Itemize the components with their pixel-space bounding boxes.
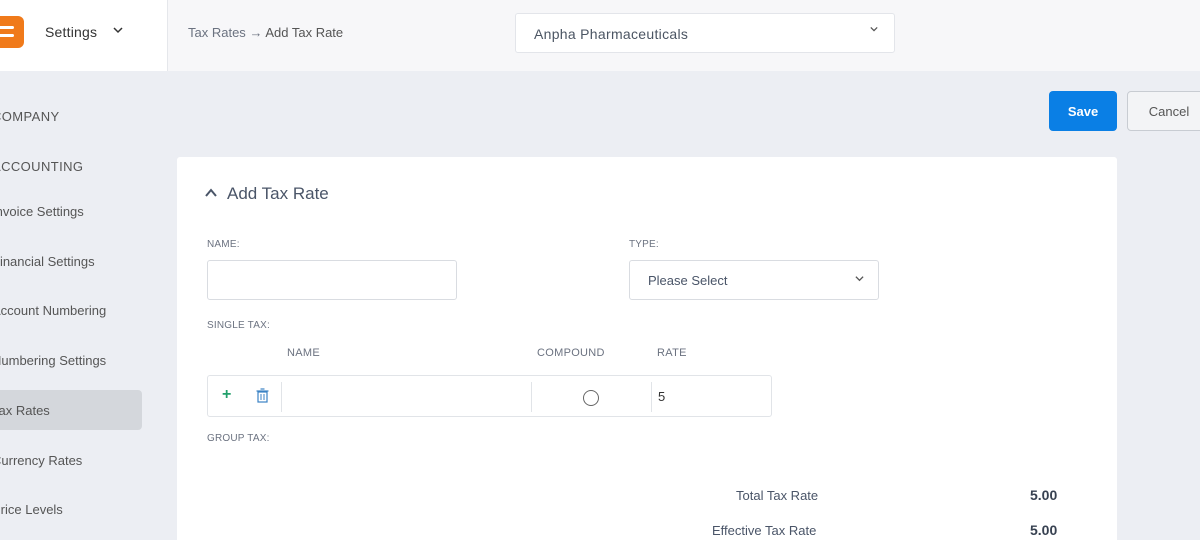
settings-sidebar: COMPANY ACCOUNTING Invoice Settings Fina…	[0, 71, 168, 540]
row-divider	[281, 382, 282, 412]
settings-menu-label[interactable]: Settings	[45, 24, 97, 40]
save-button[interactable]: Save	[1049, 91, 1117, 131]
add-tax-rate-card: Add Tax Rate NAME: TYPE: Please Select S…	[177, 157, 1117, 540]
app-header: Tax Rates → Add Tax Rate Anpha Pharmaceu…	[168, 0, 1200, 71]
chevron-down-icon	[870, 24, 878, 36]
column-header-name: NAME	[287, 347, 320, 359]
effective-tax-rate-value: 5.00	[1030, 522, 1058, 538]
sidebar-item-account-numbering[interactable]: Account Numbering	[0, 303, 106, 318]
type-label: TYPE:	[629, 239, 659, 250]
trash-icon[interactable]	[256, 388, 270, 404]
breadcrumb-current: Add Tax Rate	[265, 25, 344, 40]
total-tax-rate-value: 5.00	[1030, 487, 1058, 503]
cancel-button[interactable]: Cancel	[1127, 91, 1200, 131]
chevron-down-icon	[855, 274, 864, 286]
breadcrumb-parent-link[interactable]: Tax Rates	[188, 25, 246, 40]
breadcrumb-arrow-icon: →	[249, 25, 263, 40]
sidebar-section-accounting[interactable]: ACCOUNTING	[0, 159, 83, 174]
row-divider	[651, 382, 652, 412]
type-select-value: Please Select	[648, 273, 728, 288]
effective-tax-rate-label: Effective Tax Rate	[712, 523, 817, 538]
compound-radio[interactable]	[583, 390, 599, 406]
sidebar-item-numbering-settings[interactable]: Numbering Settings	[0, 353, 106, 368]
name-input[interactable]	[207, 260, 457, 300]
breadcrumb: Tax Rates → Add Tax Rate	[188, 25, 343, 40]
card-title: Add Tax Rate	[227, 184, 329, 203]
company-select[interactable]: Anpha Pharmaceuticals	[515, 13, 895, 53]
row-divider	[531, 382, 532, 412]
rate-input[interactable]: 5	[658, 389, 665, 404]
chevron-down-icon[interactable]	[113, 24, 123, 38]
company-select-value: Anpha Pharmaceuticals	[534, 26, 689, 42]
app-header-left: Settings	[0, 0, 168, 71]
total-tax-rate-label: Total Tax Rate	[736, 488, 819, 503]
sidebar-item-currency-rates[interactable]: Currency Rates	[0, 453, 82, 468]
name-label: NAME:	[207, 239, 240, 250]
single-tax-label: SINGLE TAX:	[207, 320, 270, 331]
type-select[interactable]: Please Select	[629, 260, 879, 300]
group-tax-label: GROUP TAX:	[207, 433, 270, 444]
sidebar-section-company[interactable]: COMPANY	[0, 109, 60, 124]
app-logo-icon[interactable]	[0, 16, 24, 48]
add-row-icon[interactable]: +	[222, 386, 231, 404]
column-header-compound: COMPOUND	[537, 347, 605, 359]
row-name-input[interactable]	[288, 382, 528, 412]
single-tax-row: + 5	[207, 375, 772, 417]
sidebar-item-financial-settings[interactable]: Financial Settings	[0, 254, 95, 269]
sidebar-item-invoice-settings[interactable]: Invoice Settings	[0, 204, 84, 219]
column-header-rate: RATE	[657, 347, 687, 359]
sidebar-item-price-levels[interactable]: Price Levels	[0, 502, 63, 517]
sidebar-item-tax-rates[interactable]: Tax Rates	[0, 403, 50, 418]
chevron-up-icon[interactable]	[203, 185, 219, 201]
